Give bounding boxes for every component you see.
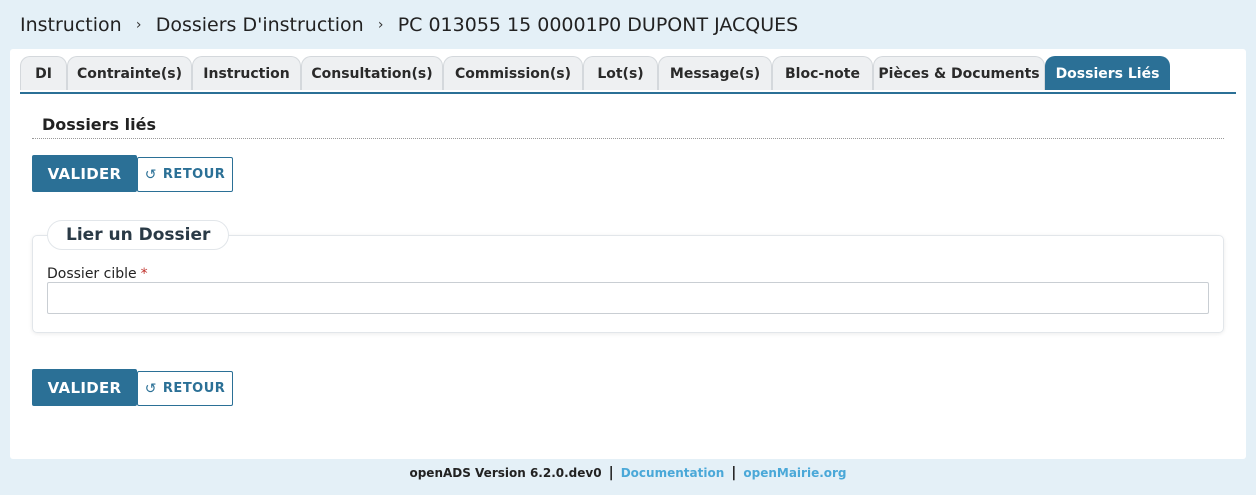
retour-button-bottom[interactable]: ↺ RETOUR — [137, 371, 233, 406]
tab-commissions[interactable]: Commission(s) — [443, 56, 583, 90]
chevron-right-icon: › — [377, 17, 384, 33]
footer-separator: | — [608, 465, 614, 481]
valider-button-top[interactable]: VALIDER — [32, 155, 137, 192]
breadcrumb-item-instruction[interactable]: Instruction — [20, 14, 122, 36]
version-text: openADS Version 6.2.0.dev0 — [409, 466, 602, 480]
footer: openADS Version 6.2.0.dev0 | Documentati… — [0, 463, 1256, 483]
tab-instruction[interactable]: Instruction — [192, 56, 301, 90]
section-title: Dossiers liés — [32, 115, 1224, 139]
breadcrumb-item-dossiers[interactable]: Dossiers D'instruction — [156, 14, 364, 36]
fieldset-legend: Lier un Dossier — [47, 220, 230, 250]
retour-label: RETOUR — [162, 381, 226, 396]
documentation-link[interactable]: Documentation — [621, 466, 725, 480]
tab-consultations[interactable]: Consultation(s) — [301, 56, 443, 90]
retour-label: RETOUR — [162, 167, 226, 182]
dossier-cible-label: Dossier cible * — [47, 266, 148, 282]
openmairie-link[interactable]: openMairie.org — [743, 466, 846, 480]
tab-contraintes[interactable]: Contrainte(s) — [67, 56, 192, 90]
tab-pieces-documents[interactable]: Pièces & Documents — [873, 56, 1045, 90]
tab-messages[interactable]: Message(s) — [658, 56, 772, 90]
tab-di[interactable]: DI — [20, 56, 67, 90]
main-panel: DI Contrainte(s) Instruction Consultatio… — [10, 49, 1246, 459]
link-dossier-fieldset: Lier un Dossier Dossier cible * — [32, 220, 1224, 333]
tab-lots[interactable]: Lot(s) — [583, 56, 658, 90]
chevron-right-icon: › — [135, 17, 142, 33]
tab-bar: DI Contrainte(s) Instruction Consultatio… — [20, 56, 1236, 94]
undo-icon: ↺ — [144, 380, 157, 397]
dossier-cible-input[interactable] — [47, 282, 1209, 314]
breadcrumb: Instruction › Dossiers D'instruction › P… — [20, 12, 798, 38]
dossier-cible-label-text: Dossier cible — [47, 266, 137, 282]
valider-button-bottom[interactable]: VALIDER — [32, 369, 137, 406]
required-marker: * — [140, 266, 148, 282]
retour-button-top[interactable]: ↺ RETOUR — [137, 157, 233, 192]
tab-dossiers-lies[interactable]: Dossiers Liés — [1045, 56, 1170, 90]
tab-bloc-note[interactable]: Bloc-note — [772, 56, 873, 90]
undo-icon: ↺ — [144, 166, 157, 183]
footer-separator: | — [731, 465, 737, 481]
breadcrumb-item-current: PC 013055 15 00001P0 DUPONT JACQUES — [397, 14, 799, 36]
